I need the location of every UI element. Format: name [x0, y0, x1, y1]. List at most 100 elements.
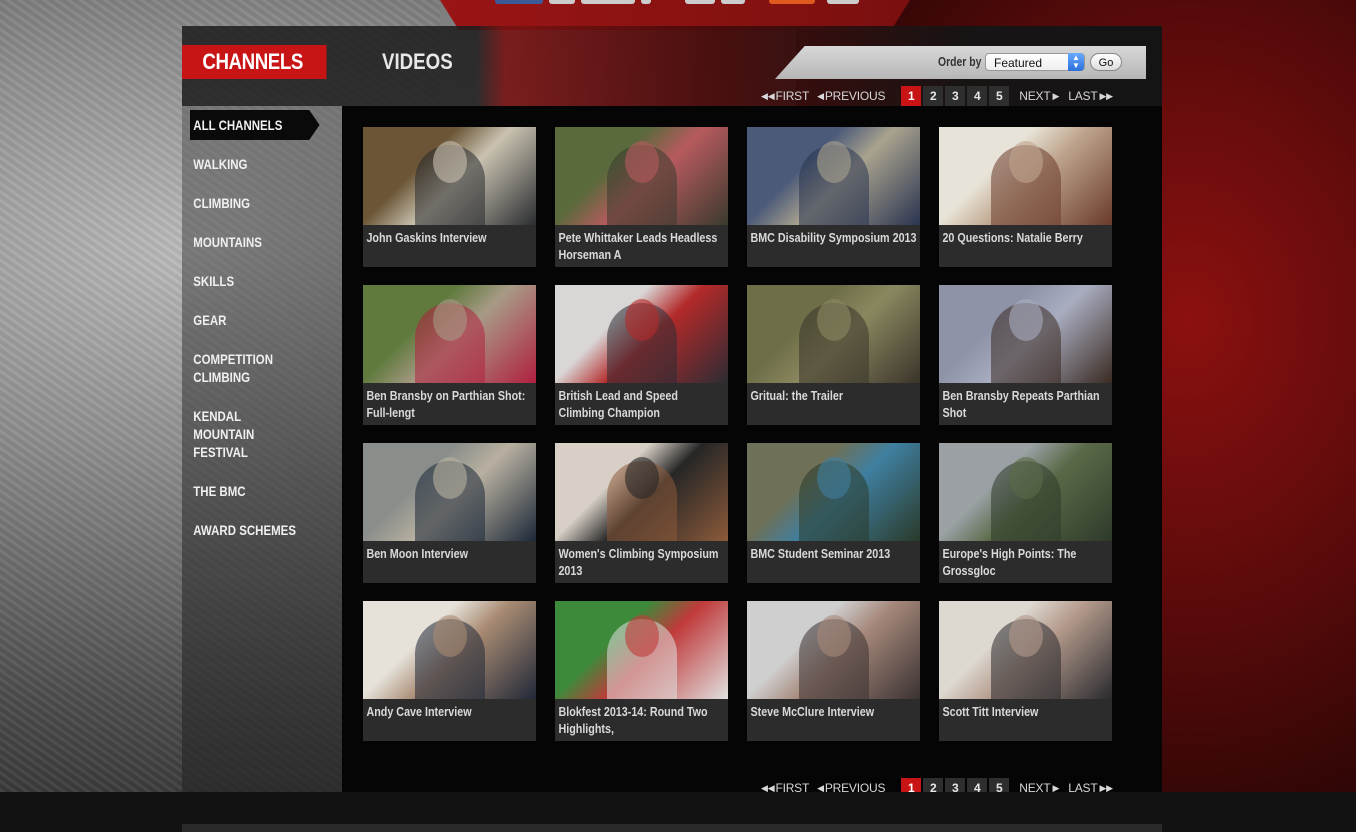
thumbnail-highlight — [1008, 141, 1043, 183]
video-thumbnail[interactable] — [747, 127, 920, 225]
video-title[interactable]: Ben Moon Interview — [363, 541, 538, 563]
sidebar-item-skills[interactable]: SKILLS — [190, 266, 320, 305]
thumbnail-highlight — [624, 299, 659, 341]
sidebar-item-award-schemes[interactable]: AWARD SCHEMES — [190, 515, 320, 554]
sidebar-item-all-channels[interactable]: ALL CHANNELS — [190, 110, 320, 140]
next-arrow-icon: ▶ — [1052, 90, 1060, 101]
video-thumbnail[interactable] — [747, 601, 920, 699]
share-icon-rss[interactable] — [769, 0, 815, 4]
video-card[interactable]: 20 Questions: Natalie Berry — [939, 127, 1112, 267]
video-card[interactable]: Women's Climbing Symposium 2013 — [555, 443, 728, 583]
sidebar-item-gear[interactable]: GEAR — [190, 305, 320, 344]
select-arrows-icon: ▲ ▼ — [1068, 53, 1084, 71]
thumbnail-highlight — [1008, 457, 1043, 499]
video-title[interactable]: Scott Titt Interview — [939, 699, 1114, 721]
video-thumbnail[interactable] — [939, 285, 1112, 383]
pagination-top: ◀◀ FIRST ◀ PREVIOUS 1 2 3 4 5 NEXT ▶ LAST ▶▶ — [761, 86, 1122, 106]
share-icon-pinterest[interactable] — [685, 0, 715, 4]
share-icon-plus[interactable] — [641, 0, 651, 4]
order-select[interactable]: Featured ▲ ▼ — [985, 53, 1085, 71]
video-card[interactable]: Europe's High Points: The Grossgloc — [939, 443, 1112, 583]
page-5-button[interactable]: 5 — [989, 86, 1010, 106]
next-link[interactable]: NEXT ▶ — [1019, 89, 1060, 103]
video-thumbnail[interactable] — [939, 127, 1112, 225]
video-thumbnail[interactable] — [939, 443, 1112, 541]
video-title[interactable]: Andy Cave Interview — [363, 699, 538, 721]
share-toolbar — [495, 0, 859, 4]
sidebar-item-the-bmc[interactable]: THE BMC — [190, 476, 320, 515]
video-thumbnail[interactable] — [747, 443, 920, 541]
video-thumbnail[interactable] — [363, 127, 536, 225]
thumbnail-highlight — [432, 141, 467, 183]
video-thumbnail[interactable] — [747, 285, 920, 383]
video-card[interactable]: British Lead and Speed Climbing Champion — [555, 285, 728, 425]
share-icon-facebook[interactable] — [495, 0, 543, 4]
page-2-button[interactable]: 2 — [923, 86, 944, 106]
video-card[interactable]: Andy Cave Interview — [363, 601, 536, 741]
thumbnail-highlight — [432, 615, 467, 657]
video-title[interactable]: 20 Questions: Natalie Berry — [939, 225, 1114, 247]
thumbnail-highlight — [1008, 299, 1043, 341]
sidebar-item-kendal-mountain-festival[interactable]: KENDAL MOUNTAIN FESTIVAL — [190, 401, 287, 476]
page-1-button[interactable]: 1 — [901, 86, 922, 106]
order-select-value: Featured — [994, 56, 1043, 70]
thumbnail-highlight — [816, 615, 851, 657]
video-title[interactable]: John Gaskins Interview — [363, 225, 538, 247]
video-title[interactable]: British Lead and Speed Climbing Champion — [555, 383, 730, 422]
video-title[interactable]: BMC Student Seminar 2013 — [747, 541, 922, 563]
video-thumbnail[interactable] — [555, 127, 728, 225]
tab-channels[interactable]: CHANNELS — [182, 45, 327, 79]
share-icon-more[interactable] — [827, 0, 859, 4]
order-by-label: Order by — [938, 54, 982, 69]
video-card[interactable]: Scott Titt Interview — [939, 601, 1112, 741]
video-card[interactable]: John Gaskins Interview — [363, 127, 536, 267]
video-title[interactable]: Ben Bransby Repeats Parthian Shot — [939, 383, 1114, 422]
video-title[interactable]: Pete Whittaker Leads Headless Horseman A — [555, 225, 730, 264]
video-title[interactable]: BMC Disability Symposium 2013 — [747, 225, 922, 247]
video-thumbnail[interactable] — [363, 443, 536, 541]
share-icon-twitter[interactable] — [549, 0, 575, 4]
share-icon-email[interactable] — [581, 0, 635, 4]
last-link[interactable]: LAST ▶▶ — [1068, 89, 1114, 103]
previous-link[interactable]: ◀ PREVIOUS — [817, 89, 885, 103]
video-title[interactable]: Women's Climbing Symposium 2013 — [555, 541, 730, 580]
go-button[interactable]: Go — [1090, 53, 1122, 71]
footer-divider — [182, 824, 1162, 832]
sidebar-item-mountains[interactable]: MOUNTAINS — [190, 227, 320, 266]
video-card[interactable]: Ben Bransby Repeats Parthian Shot — [939, 285, 1112, 425]
video-card[interactable]: Steve McClure Interview — [747, 601, 920, 741]
video-thumbnail[interactable] — [555, 601, 728, 699]
thumbnail-highlight — [624, 615, 659, 657]
thumbnail-highlight — [816, 141, 851, 183]
video-thumbnail[interactable] — [555, 285, 728, 383]
sidebar-item-competition-climbing[interactable]: COMPETITION CLIMBING — [190, 344, 287, 401]
video-thumbnail[interactable] — [939, 601, 1112, 699]
video-card[interactable]: Pete Whittaker Leads Headless Horseman A — [555, 127, 728, 267]
video-card[interactable]: BMC Disability Symposium 2013 — [747, 127, 920, 267]
tab-videos[interactable]: VIDEOS — [382, 45, 453, 79]
thumbnail-highlight — [432, 457, 467, 499]
sidebar-item-climbing[interactable]: CLIMBING — [190, 188, 320, 227]
video-thumbnail[interactable] — [363, 601, 536, 699]
video-thumbnail[interactable] — [363, 285, 536, 383]
share-icon-google[interactable] — [721, 0, 745, 4]
video-card[interactable]: Ben Moon Interview — [363, 443, 536, 583]
channel-sidebar: ALL CHANNELS WALKING CLIMBING MOUNTAINS SKIL… — [190, 110, 320, 554]
page-3-button[interactable]: 3 — [945, 86, 966, 106]
page-4-button[interactable]: 4 — [967, 86, 988, 106]
video-title[interactable]: Gritual: the Trailer — [747, 383, 922, 405]
first-link[interactable]: ◀◀ FIRST — [761, 89, 809, 103]
sidebar-item-walking[interactable]: WALKING — [190, 149, 320, 188]
video-title[interactable]: Europe's High Points: The Grossgloc — [939, 541, 1114, 580]
video-title[interactable]: Blokfest 2013-14: Round Two Highlights, — [555, 699, 730, 738]
video-card[interactable]: Gritual: the Trailer — [747, 285, 920, 425]
video-title[interactable]: Ben Bransby on Parthian Shot: Full-lengt — [363, 383, 538, 422]
first-arrow-icon: ◀◀ — [761, 90, 775, 101]
video-card[interactable]: BMC Student Seminar 2013 — [747, 443, 920, 583]
video-card[interactable]: Blokfest 2013-14: Round Two Highlights, — [555, 601, 728, 741]
video-card[interactable]: Ben Bransby on Parthian Shot: Full-lengt — [363, 285, 536, 425]
last-link-label: LAST — [1068, 89, 1098, 103]
video-thumbnail[interactable] — [555, 443, 728, 541]
thumbnail-highlight — [624, 141, 659, 183]
video-title[interactable]: Steve McClure Interview — [747, 699, 922, 721]
